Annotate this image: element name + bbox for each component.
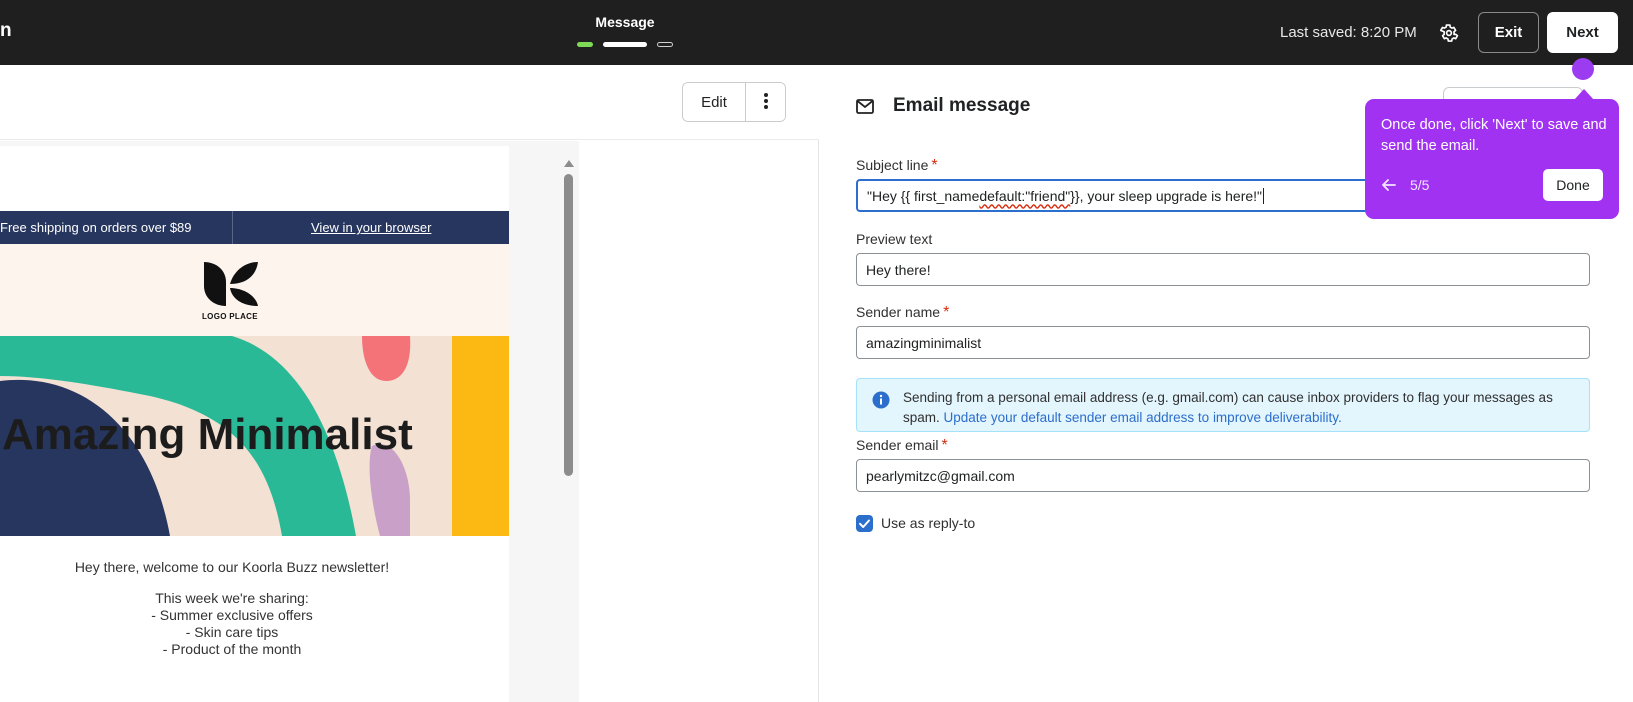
preview-text-input[interactable]: Hey there! bbox=[856, 253, 1590, 286]
sharing-intro: This week we're sharing: bbox=[155, 590, 309, 606]
preview-scrollbar[interactable] bbox=[562, 160, 574, 700]
more-vertical-icon bbox=[763, 92, 768, 109]
view-in-browser-link[interactable]: View in your browser bbox=[311, 220, 431, 235]
welcome-text: Hey there, welcome to our Koorla Buzz ne… bbox=[74, 559, 390, 575]
more-actions-button[interactable] bbox=[745, 83, 785, 121]
info-icon bbox=[872, 391, 890, 409]
edit-button[interactable]: Edit bbox=[683, 83, 745, 121]
step-bar-upcoming[interactable] bbox=[657, 42, 673, 47]
step-bar-complete[interactable] bbox=[577, 42, 593, 47]
logo-icon bbox=[204, 262, 258, 306]
sender-email-label: Sender email * bbox=[856, 437, 948, 454]
text-caret bbox=[1263, 187, 1265, 204]
email-content: Free shipping on orders over $89 View in… bbox=[0, 146, 509, 702]
reply-to-label: Use as reply-to bbox=[881, 515, 976, 531]
step-bar-current[interactable] bbox=[603, 42, 647, 47]
logo-band: LOGO PLACE bbox=[0, 244, 509, 336]
list-item: - Product of the month bbox=[162, 641, 302, 657]
hero-banner: Amazing Minimalist bbox=[0, 336, 509, 536]
tooltip-text: Once done, click 'Next' to save and send… bbox=[1381, 117, 1607, 154]
next-button[interactable]: Next bbox=[1547, 12, 1618, 53]
arrow-left-icon[interactable] bbox=[1381, 178, 1397, 192]
shipping-banner-text: Free shipping on orders over $89 bbox=[0, 220, 192, 235]
gear-icon[interactable] bbox=[1438, 22, 1460, 44]
tour-tooltip: Once done, click 'Next' to save and send… bbox=[1365, 89, 1619, 219]
tour-step-count: 5/5 bbox=[1410, 177, 1430, 193]
logo-text: LOGO PLACE bbox=[202, 312, 258, 321]
mail-icon bbox=[856, 99, 874, 114]
sender-name-input[interactable]: amazingminimalist bbox=[856, 326, 1590, 359]
email-body: Hey there, welcome to our Koorla Buzz ne… bbox=[0, 559, 464, 658]
done-button[interactable]: Done bbox=[1543, 169, 1603, 201]
scroll-up-arrow-icon[interactable] bbox=[564, 160, 574, 167]
step-progress bbox=[575, 42, 675, 50]
list-item: - Summer exclusive offers bbox=[151, 607, 313, 623]
app-title: n bbox=[0, 20, 12, 41]
reply-to-checkbox[interactable] bbox=[856, 515, 873, 532]
preview-toolbar: Edit bbox=[0, 65, 819, 140]
checkmark-icon bbox=[859, 519, 870, 528]
step-label: Message bbox=[595, 14, 655, 30]
tooltip-arrow bbox=[1574, 89, 1594, 100]
top-bar: n Message Last saved: 8:20 PM Exit Next bbox=[0, 0, 1633, 65]
sender-email-input[interactable]: pearlymitzc@gmail.com bbox=[856, 459, 1590, 492]
subject-line-label: Subject line * bbox=[856, 157, 938, 174]
preview-text-label: Preview text bbox=[856, 231, 933, 247]
list-item: - Skin care tips bbox=[185, 624, 279, 640]
hero-title: Amazing Minimalist bbox=[2, 410, 413, 459]
tour-hotspot[interactable] bbox=[1572, 58, 1594, 80]
preview-blank-area bbox=[579, 141, 818, 702]
deliverability-info-banner: Sending from a personal email address (e… bbox=[856, 378, 1590, 432]
scroll-thumb[interactable] bbox=[564, 174, 573, 476]
header-divider bbox=[232, 211, 233, 244]
info-text: Sending from a personal email address (e… bbox=[903, 390, 1553, 425]
edit-button-group: Edit bbox=[682, 82, 786, 122]
sender-name-label: Sender name * bbox=[856, 304, 950, 321]
panel-title: Email message bbox=[893, 95, 1031, 116]
email-header-bar: Free shipping on orders over $89 View in… bbox=[0, 211, 509, 244]
last-saved-status: Last saved: 8:20 PM bbox=[1280, 24, 1417, 41]
update-sender-link[interactable]: Update your default sender email address… bbox=[944, 410, 1342, 425]
step-indicator: Message bbox=[575, 14, 675, 47]
exit-button[interactable]: Exit bbox=[1478, 12, 1539, 53]
